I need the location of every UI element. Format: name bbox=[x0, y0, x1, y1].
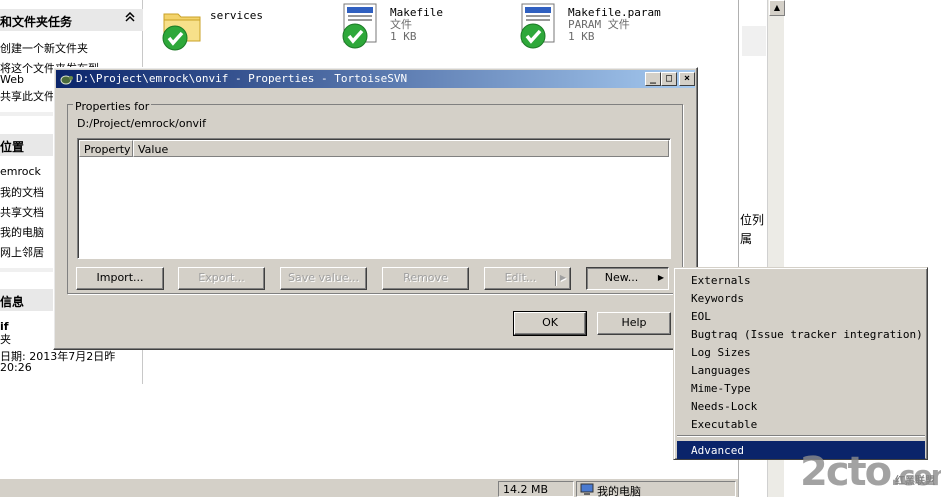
svn-folder-icon bbox=[162, 13, 201, 51]
new-button-label: New... bbox=[604, 271, 639, 284]
computer-icon bbox=[580, 483, 594, 495]
split-divider bbox=[555, 271, 556, 286]
right-panel-box bbox=[742, 26, 766, 56]
save-value-button[interactable]: Save value... bbox=[280, 267, 367, 290]
task-link-share[interactable]: 共享此文件 bbox=[0, 88, 55, 104]
menu-item-languages[interactable]: Languages bbox=[677, 361, 925, 379]
import-button[interactable]: Import... bbox=[76, 267, 164, 290]
help-button[interactable]: Help bbox=[597, 312, 671, 335]
scroll-up-button[interactable]: ▲ bbox=[769, 0, 785, 16]
status-bar: 14.2 MB 我的电脑 bbox=[0, 478, 738, 497]
watermark-logo: 2cto.com 红黑联盟 bbox=[800, 450, 941, 497]
status-size: 14.2 MB bbox=[498, 481, 574, 497]
task-link-new-folder[interactable]: 创建一个新文件夹 bbox=[0, 40, 88, 56]
dialog-titlebar[interactable]: D:\Project\emrock\onvif - Properties - T… bbox=[56, 70, 695, 88]
right-column-label: 位列 bbox=[740, 213, 765, 227]
tortoise-icon bbox=[60, 75, 73, 85]
arrow-right-icon: ▶ bbox=[559, 273, 566, 282]
place-shared-documents[interactable]: 共享文档 bbox=[0, 204, 44, 220]
task-section-title: 和文件夹任务 bbox=[0, 15, 73, 29]
minimize-button[interactable]: _ bbox=[645, 72, 661, 86]
task-section-title: 信息 bbox=[0, 295, 25, 309]
place-network[interactable]: 网上邻居 bbox=[0, 244, 44, 260]
menu-item-bugtraq[interactable]: Bugtraq (Issue tracker integration) bbox=[677, 325, 925, 343]
edit-button-label: Edit... bbox=[504, 271, 537, 284]
svn-file-icon bbox=[342, 3, 377, 49]
menu-item-eol[interactable]: EOL bbox=[677, 307, 925, 325]
svn-file-icon bbox=[520, 3, 555, 49]
task-link-web[interactable]: Web bbox=[0, 73, 24, 86]
watermark-text: 2cto bbox=[800, 449, 892, 495]
ok-button[interactable]: OK bbox=[513, 311, 587, 336]
remove-button[interactable]: Remove bbox=[382, 267, 469, 290]
task-section-header-folder[interactable]: 和文件夹任务 bbox=[0, 9, 143, 31]
menu-item-log-sizes[interactable]: Log Sizes bbox=[677, 343, 925, 361]
right-column-label: 属 bbox=[740, 232, 753, 246]
file-size: 1 KB bbox=[390, 30, 417, 43]
new-button[interactable]: New... ▶ bbox=[586, 267, 669, 290]
column-header-property[interactable]: Property bbox=[79, 140, 133, 157]
status-location: 我的电脑 bbox=[576, 481, 736, 497]
chevron-up-icon[interactable] bbox=[123, 11, 137, 26]
status-location-label: 我的电脑 bbox=[597, 485, 641, 497]
place-my-documents[interactable]: 我的文档 bbox=[0, 184, 44, 200]
arrow-right-icon: ▶ bbox=[657, 273, 664, 282]
place-emrock[interactable]: emrock bbox=[0, 165, 41, 178]
edit-button[interactable]: Edit... ▶ bbox=[484, 267, 571, 290]
dialog-title: D:\Project\emrock\onvif - Properties - T… bbox=[76, 72, 408, 85]
menu-separator bbox=[677, 435, 925, 437]
menu-item-mime-type[interactable]: Mime-Type bbox=[677, 379, 925, 397]
export-button[interactable]: Export... bbox=[178, 267, 265, 290]
properties-path: D:/Project/emrock/onvif bbox=[77, 117, 206, 130]
group-label: Properties for bbox=[73, 100, 152, 113]
place-my-computer[interactable]: 我的电脑 bbox=[0, 224, 44, 240]
properties-list[interactable]: Property Value bbox=[77, 138, 671, 259]
maximize-button[interactable]: □ bbox=[661, 72, 677, 86]
watermark-small: 红黑联盟 bbox=[895, 476, 935, 487]
menu-item-externals[interactable]: Externals bbox=[677, 271, 925, 289]
file-size: 1 KB bbox=[568, 30, 595, 43]
close-button[interactable]: × bbox=[679, 72, 695, 86]
column-header-value[interactable]: Value bbox=[133, 140, 669, 157]
task-section-title: 位置 bbox=[0, 140, 25, 154]
detail-type: 夹 bbox=[0, 333, 11, 346]
menu-item-keywords[interactable]: Keywords bbox=[677, 289, 925, 307]
menu-item-executable[interactable]: Executable bbox=[677, 415, 925, 433]
file-name: services bbox=[210, 9, 263, 22]
detail-time: 20:26 bbox=[0, 361, 32, 374]
menu-item-needs-lock[interactable]: Needs-Lock bbox=[677, 397, 925, 415]
